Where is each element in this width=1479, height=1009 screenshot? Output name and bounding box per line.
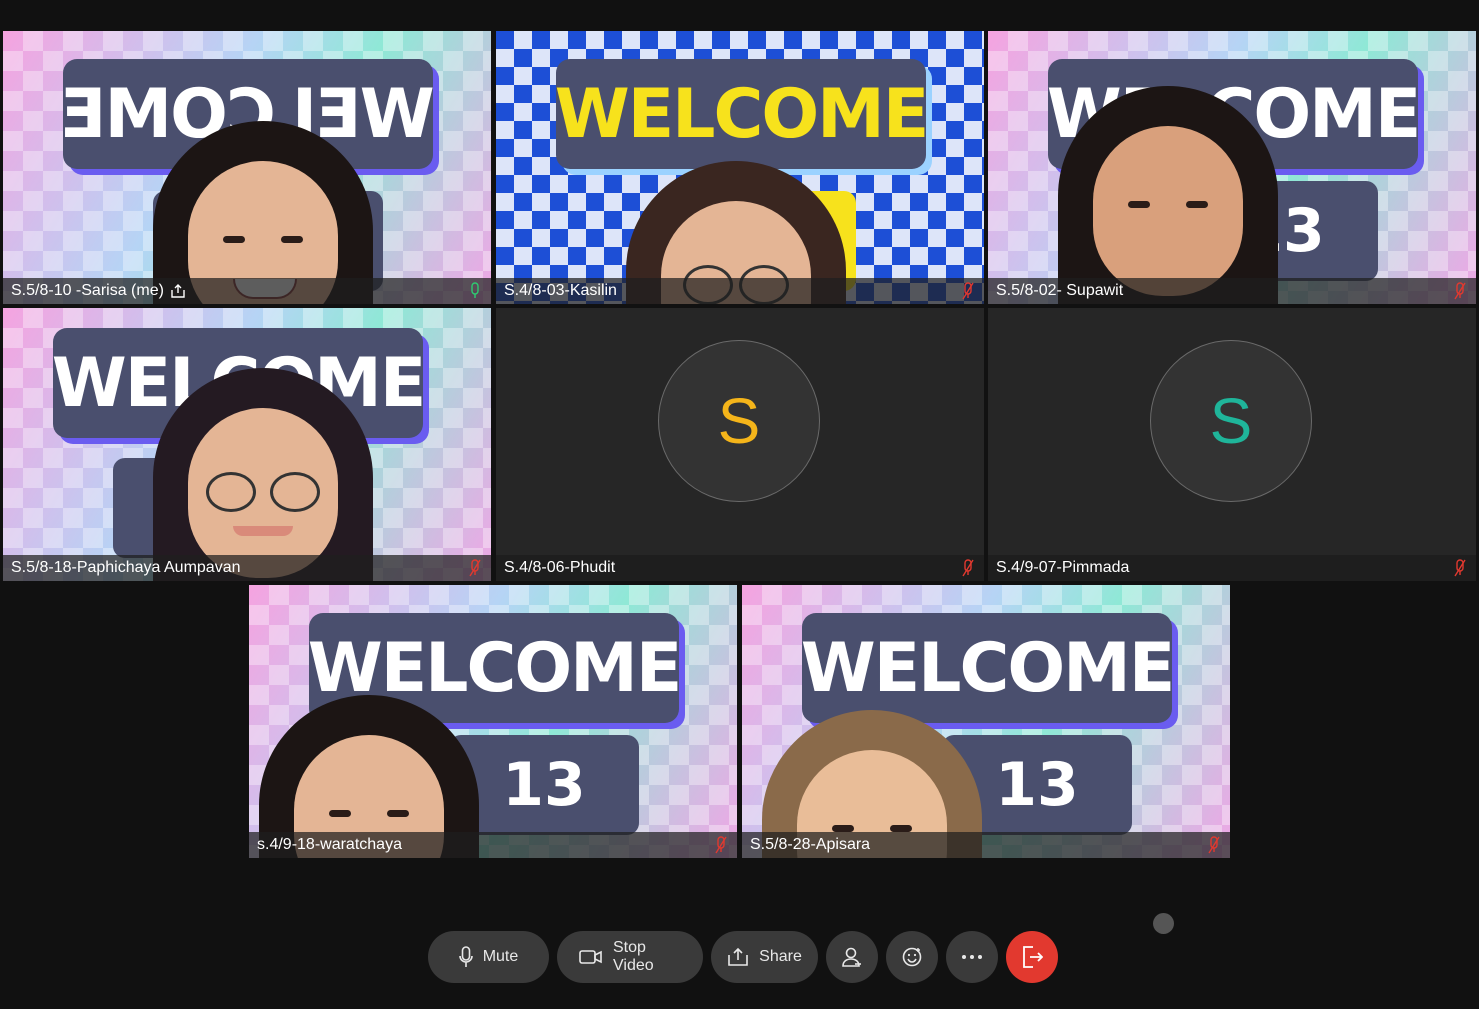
participant-video <box>153 368 373 581</box>
banner-text: WELCOME <box>800 628 1176 708</box>
video-tile-kasilin[interactable]: WELCOME 13 S.4/8-03-Kasilin <box>496 31 984 304</box>
video-camera-icon <box>579 949 603 965</box>
mic-muted-icon <box>713 836 729 854</box>
name-bar: S.5/8-18-Paphichaya Aumpavan <box>3 555 491 581</box>
mic-muted-icon <box>467 559 483 577</box>
share-button[interactable]: Share <box>711 931 818 983</box>
name-bar: S.4/8-06-Phudit <box>496 555 984 581</box>
mic-muted-icon <box>960 282 976 300</box>
participant-video <box>1058 86 1278 304</box>
reactions-button[interactable] <box>886 931 938 983</box>
background-banner: WELCOME <box>800 613 1176 723</box>
participant-name: S.5/8-28-Apisara <box>750 836 871 853</box>
mic-on-icon <box>467 282 483 300</box>
video-tile-apisara[interactable]: WELCOME 13 S.5/8-28-Apisara <box>742 585 1230 858</box>
mute-label: Mute <box>482 948 519 965</box>
share-icon <box>727 947 749 967</box>
participants-button[interactable] <box>826 931 878 983</box>
banner-text: WELCOME <box>554 74 930 154</box>
participant-name: S.4/8-03-Kasilin <box>504 282 617 299</box>
emoji-icon <box>901 946 923 968</box>
name-bar: s.4/9-18-waratchaya <box>249 832 737 858</box>
microphone-icon <box>458 946 473 968</box>
avatar-initial: S <box>1209 385 1253 457</box>
participant-name: S.5/8-10 -Sarisa (me) <box>11 282 164 299</box>
name-bar: S.4/9-07-Pimmada <box>988 555 1476 581</box>
meeting-window: WELCOME S.5/8-10 -Sarisa (me) WELCOME 13 <box>0 0 1479 1009</box>
avatar: S <box>658 340 820 502</box>
participant-name: S.4/9-07-Pimmada <box>996 559 1130 576</box>
leave-icon <box>1021 945 1043 969</box>
more-button[interactable] <box>946 931 998 983</box>
participant-name: S.4/8-06-Phudit <box>504 559 616 576</box>
video-tile-phudit[interactable]: S S.4/8-06-Phudit <box>496 308 984 581</box>
floating-dot[interactable] <box>1153 913 1174 934</box>
name-bar: S.5/8-02- Supawit <box>988 278 1476 304</box>
more-dots-icon <box>961 954 983 960</box>
banner-number: 13 <box>995 750 1079 820</box>
participants-icon <box>841 946 863 968</box>
share-label: Share <box>759 948 802 965</box>
participant-name: s.4/9-18-waratchaya <box>257 836 402 853</box>
mic-muted-icon <box>1452 559 1468 577</box>
video-tile-pimmada[interactable]: S S.4/9-07-Pimmada <box>988 308 1476 581</box>
background-banner: WELCOME <box>554 59 930 169</box>
name-bar: S.5/8-28-Apisara <box>742 832 1230 858</box>
mic-muted-icon <box>960 559 976 577</box>
mic-muted-icon <box>1452 282 1468 300</box>
mute-button[interactable]: Mute <box>428 931 549 983</box>
avatar-initial: S <box>717 385 761 457</box>
meeting-toolbar: Mute Stop Video Share <box>428 931 1058 983</box>
avatar: S <box>1150 340 1312 502</box>
banner-number: 13 <box>502 750 586 820</box>
video-tile-paphichaya[interactable]: WELCOME S.5/8-18-Paphichaya Aumpavan <box>3 308 491 581</box>
participant-name: S.5/8-02- Supawit <box>996 282 1124 299</box>
mic-muted-icon <box>1206 836 1222 854</box>
name-bar: S.4/8-03-Kasilin <box>496 278 984 304</box>
video-tile-waratchaya[interactable]: WELCOME 13 s.4/9-18-waratchaya <box>249 585 737 858</box>
participant-name: S.5/8-18-Paphichaya Aumpavan <box>11 559 241 576</box>
video-tile-sarisa[interactable]: WELCOME S.5/8-10 -Sarisa (me) <box>3 31 491 304</box>
video-tile-supawit[interactable]: WELCOME 13 S.5/8-02- Supawit <box>988 31 1476 304</box>
leave-meeting-button[interactable] <box>1006 931 1058 983</box>
stop-video-label: Stop Video <box>613 939 654 974</box>
share-screen-icon <box>170 283 186 299</box>
stop-video-button[interactable]: Stop Video <box>557 931 703 983</box>
name-bar: S.5/8-10 -Sarisa (me) <box>3 278 491 304</box>
